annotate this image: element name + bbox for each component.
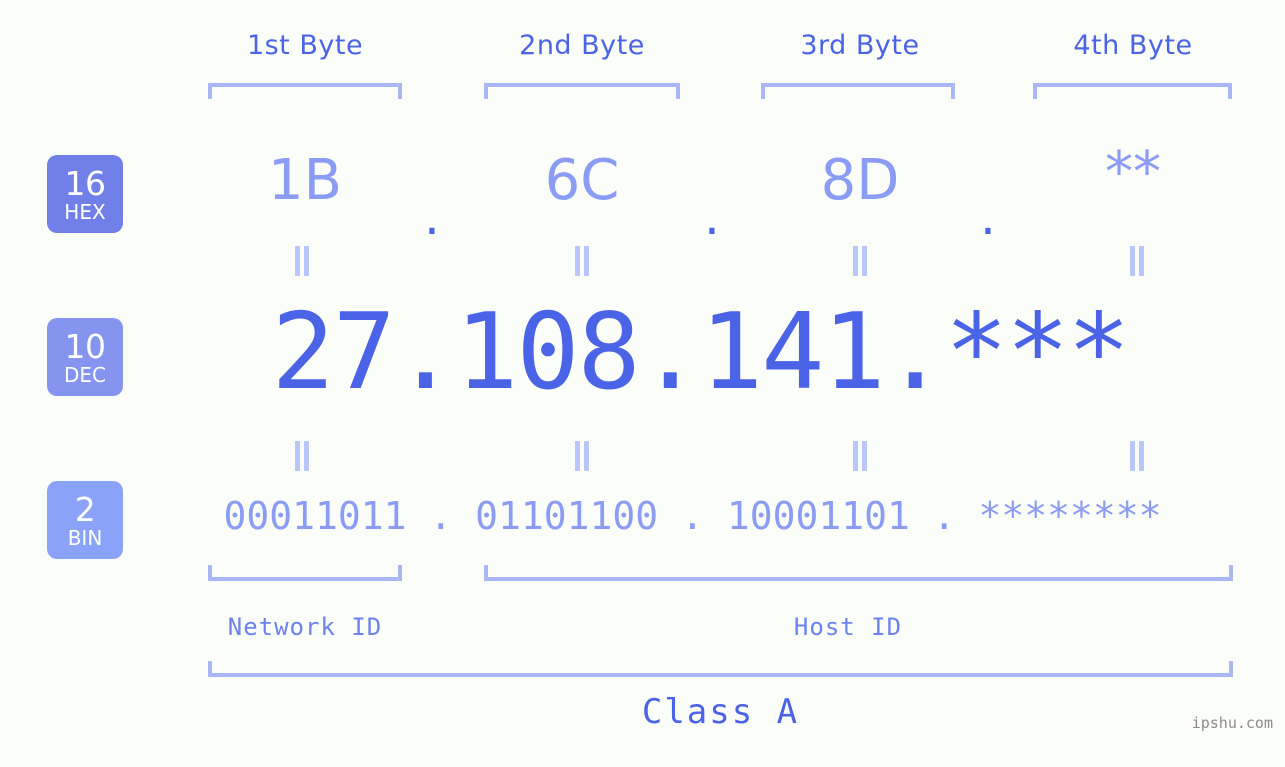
hex-byte-3: 8D [820, 148, 900, 213]
byte-bracket-2 [484, 83, 680, 99]
binary-address: 00011011 . 01101100 . 10001101 . *******… [223, 494, 1162, 538]
decimal-address: 27.108.141.*** [271, 291, 1130, 413]
byte-header-1: 1st Byte [246, 30, 364, 61]
equals-mark-dec-bin-2 [573, 441, 591, 471]
equals-mark-dec-bin-4 [1128, 441, 1146, 471]
host-id-bracket [484, 565, 1233, 581]
base-badge-hex: 16 HEX [47, 155, 123, 233]
hex-byte-2: 6C [544, 148, 620, 213]
byte-header-4: 4th Byte [1073, 30, 1193, 61]
equals-mark-hex-dec-4 [1128, 246, 1146, 276]
byte-header-3: 3rd Byte [800, 30, 920, 61]
ip-address-breakdown-diagram: 1st Byte 2nd Byte 3rd Byte 4th Byte 16 H… [0, 0, 1285, 767]
byte-bracket-4 [1033, 83, 1232, 99]
equals-mark-dec-bin-3 [851, 441, 869, 471]
host-id-label: Host ID [793, 613, 903, 641]
class-bracket [208, 661, 1233, 677]
equals-mark-hex-dec-1 [293, 246, 311, 276]
network-id-bracket [208, 565, 402, 581]
site-watermark: ipshu.com [1191, 714, 1273, 732]
hex-separator-2: . [704, 188, 720, 246]
byte-bracket-3 [761, 83, 955, 99]
byte-bracket-1 [208, 83, 402, 99]
equals-mark-hex-dec-2 [573, 246, 591, 276]
network-id-label: Network ID [227, 613, 383, 641]
hex-byte-1: 1B [267, 148, 343, 213]
byte-header-2: 2nd Byte [519, 30, 645, 61]
hex-separator-1: . [424, 188, 440, 246]
equals-mark-hex-dec-3 [851, 246, 869, 276]
hex-separator-3: . [980, 188, 996, 246]
equals-mark-dec-bin-1 [293, 441, 311, 471]
base-badge-hex-number: 16 [64, 163, 107, 203]
base-badge-hex-abbr: HEX [64, 199, 106, 224]
class-label: Class A [641, 692, 800, 732]
hex-byte-4: ** [1105, 140, 1161, 205]
